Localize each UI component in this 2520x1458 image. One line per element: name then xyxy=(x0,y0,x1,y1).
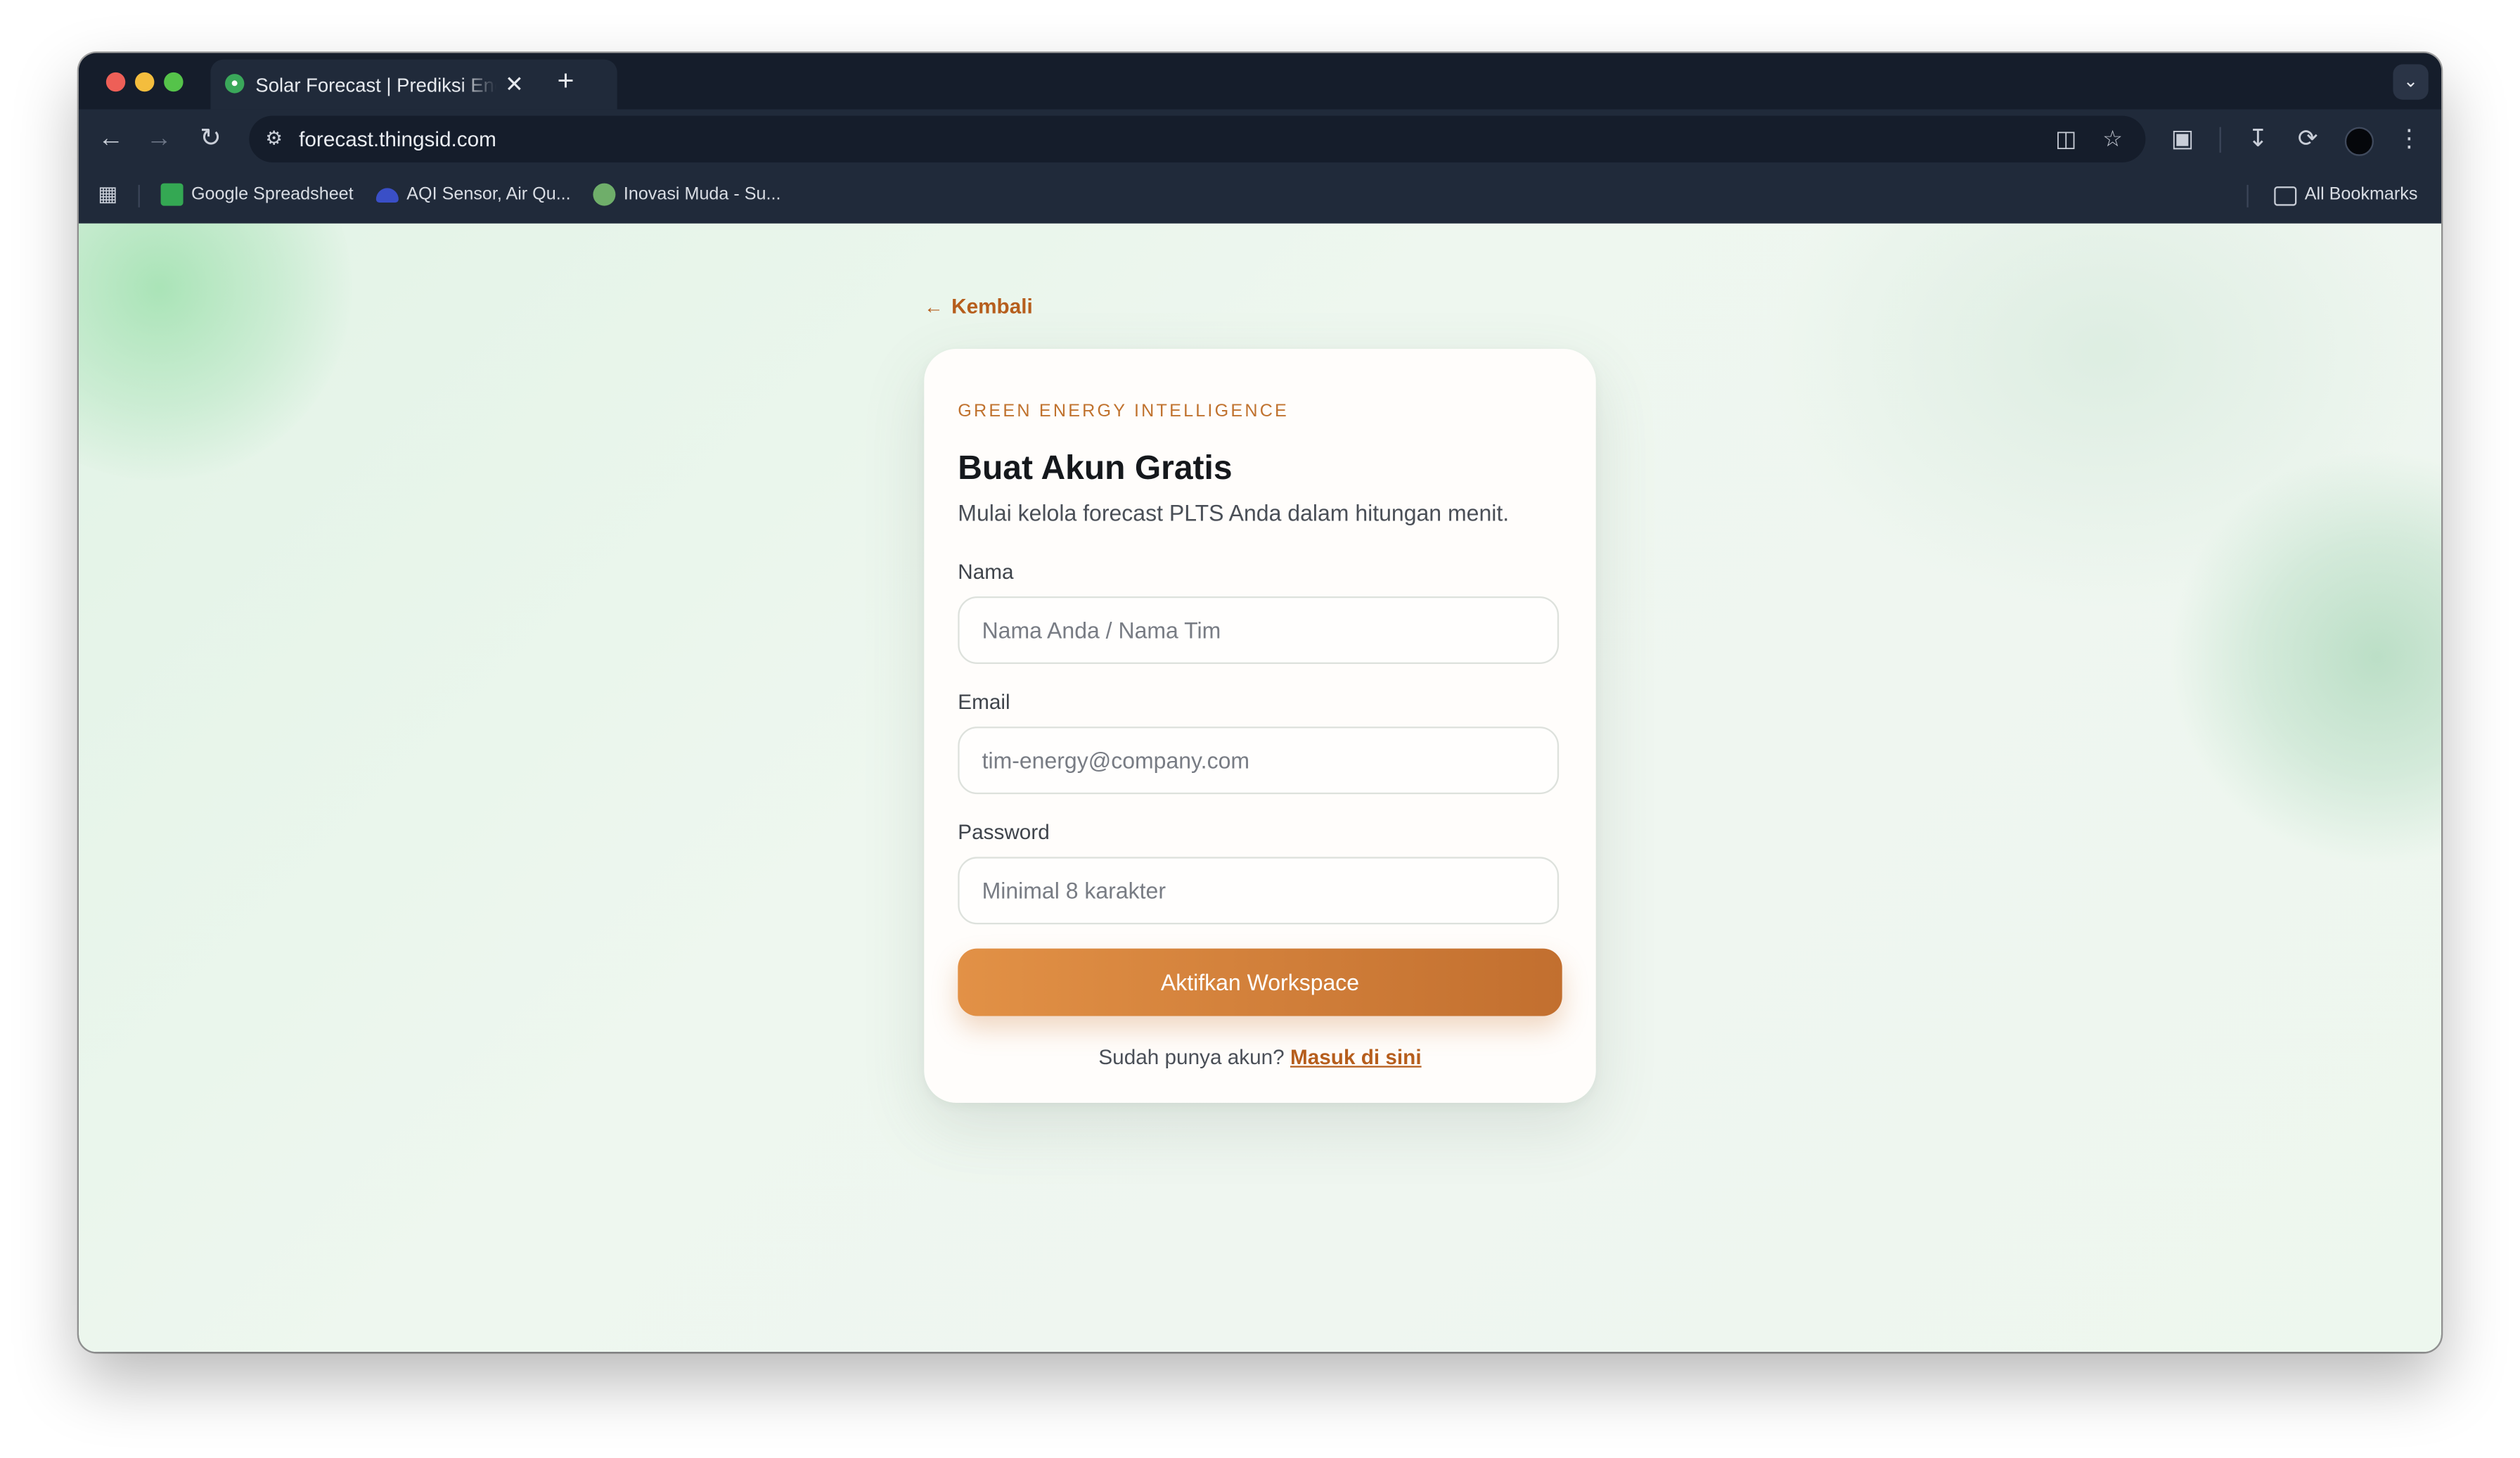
toolbar-divider xyxy=(2219,127,2221,153)
tab-strip: ● Solar Forecast | Prediksi Energi Surya… xyxy=(79,53,2442,110)
back-link-label: Kembali xyxy=(951,294,1033,319)
name-label: Nama xyxy=(958,559,1014,584)
bookmark-star-icon[interactable]: ☆ xyxy=(2097,124,2128,154)
signin-prompt-text: Sudah punya akun? xyxy=(1098,1044,1285,1070)
new-tab-button[interactable]: + xyxy=(550,66,582,98)
bookmark-label: Google Spreadsheet xyxy=(191,184,354,205)
signin-prompt: Sudah punya akun? Masuk di sini xyxy=(924,1043,1595,1072)
email-label: Email xyxy=(958,689,1010,714)
minimize-window-button[interactable] xyxy=(135,72,155,92)
install-app-icon[interactable]: ◫ xyxy=(2051,124,2081,154)
site-info-icon[interactable]: ⚙ xyxy=(259,124,289,154)
arrow-left-icon: ← xyxy=(924,295,944,319)
all-bookmarks-label: All Bookmarks xyxy=(2304,184,2418,205)
maximize-window-button[interactable] xyxy=(164,72,184,92)
browser-window: ● Solar Forecast | Prediksi Energi Surya… xyxy=(79,53,2442,1353)
name-input[interactable] xyxy=(958,596,1560,665)
back-arrow-icon[interactable]: ← xyxy=(95,124,127,156)
folder-icon xyxy=(2274,186,2297,206)
site-favicon-icon: ● xyxy=(225,74,245,94)
bookmark-inovasi-muda[interactable]: Inovasi Muda - Su... xyxy=(593,181,794,209)
bookmark-google-spreadsheet[interactable]: Google Spreadsheet xyxy=(160,181,362,209)
forward-arrow-icon[interactable]: → xyxy=(143,124,175,156)
background-glow xyxy=(79,223,352,481)
password-label: Password xyxy=(958,819,1050,844)
tab-title: Solar Forecast | Prediksi Energi Surya xyxy=(255,74,496,97)
profile-avatar[interactable] xyxy=(2344,127,2374,156)
aqi-sensor-icon xyxy=(375,188,399,203)
bookmarks-bar: ▦ Google Spreadsheet AQI Sensor, Air Qu.… xyxy=(79,169,2442,224)
signup-card: GREEN ENERGY INTELLIGENCE Buat Akun Grat… xyxy=(924,349,1596,1104)
card-subtitle: Mulai kelola forecast PLTS Anda dalam hi… xyxy=(958,499,1510,526)
activate-workspace-button[interactable]: Aktifkan Workspace xyxy=(958,948,1562,1016)
apps-grid-icon[interactable]: ▦ xyxy=(95,181,121,207)
password-input[interactable] xyxy=(958,857,1560,925)
tab-search-button[interactable]: ⌄ xyxy=(2393,64,2429,100)
google-sheets-icon xyxy=(160,183,184,206)
bookmark-label: AQI Sensor, Air Qu... xyxy=(406,184,571,205)
email-input[interactable] xyxy=(958,727,1560,795)
card-title: Buat Akun Gratis xyxy=(958,450,1233,487)
address-bar[interactable]: ⚙ forecast.thingsid.com ◫ ☆ xyxy=(249,115,2146,162)
download-icon[interactable]: ↧ xyxy=(2242,124,2275,156)
close-window-button[interactable] xyxy=(105,72,126,92)
page-content: ← Kembali GREEN ENERGY INTELLIGENCE Buat… xyxy=(79,223,2442,1353)
card-kicker: GREEN ENERGY INTELLIGENCE xyxy=(958,402,1290,421)
signin-link[interactable]: Masuk di sini xyxy=(1290,1045,1422,1069)
url-text[interactable]: forecast.thingsid.com xyxy=(299,125,496,153)
performance-icon[interactable]: ⟳ xyxy=(2291,124,2324,156)
bookmarks-divider xyxy=(2246,184,2249,207)
all-bookmarks-button[interactable]: All Bookmarks xyxy=(2274,181,2428,209)
browser-toolbar: ← → ↻ ⚙ forecast.thingsid.com ◫ ☆ ▣ ↧ ⟳ … xyxy=(79,109,2442,170)
reload-icon[interactable]: ↻ xyxy=(195,124,227,156)
bookmark-aqi-sensor[interactable]: AQI Sensor, Air Qu... xyxy=(375,181,577,209)
bookmark-label: Inovasi Muda - Su... xyxy=(623,184,781,205)
tab-close-icon[interactable]: ✕ xyxy=(501,71,527,97)
bookmarks-divider xyxy=(138,184,140,207)
menu-kebab-icon[interactable]: ⋮ xyxy=(2393,124,2425,156)
extensions-puzzle-icon[interactable]: ▣ xyxy=(2166,124,2199,156)
inovasi-muda-icon xyxy=(593,183,616,206)
